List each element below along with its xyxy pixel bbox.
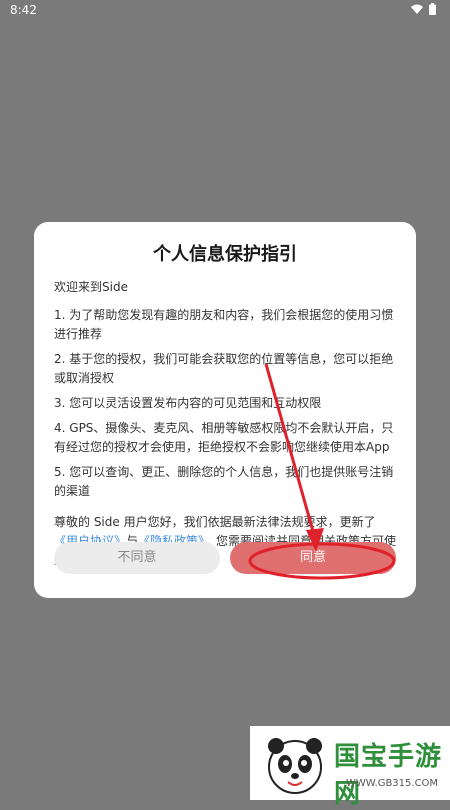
- welcome-text: 欢迎来到Side: [54, 280, 128, 294]
- status-time: 8:42: [10, 3, 37, 17]
- policy-item-1: 1. 为了帮助您发现有趣的朋友和内容，我们会根据您的使用习惯进行推荐: [54, 308, 394, 341]
- dialog-title: 个人信息保护指引: [153, 244, 297, 265]
- policy-item-3: 3. 您可以灵活设置发布内容的可见范围和互动权限: [54, 396, 322, 410]
- status-bar: 8:42: [0, 0, 450, 22]
- policy-item-4: 4. GPS、摄像头、麦克风、相册等敏感权限均不会默认开启，只有经过您的授权才会…: [54, 421, 394, 454]
- panda-logo-icon: [268, 738, 322, 794]
- watermark-brand: 国宝手游网: [334, 742, 443, 809]
- notice-pre: 尊敬的 Side 用户您好，我们依据最新法律法规要求，更新了: [54, 515, 376, 529]
- wifi-icon: [411, 4, 423, 14]
- agree-button[interactable]: 同意: [230, 542, 396, 574]
- dialog-body: 欢迎来到Side 1. 为了帮助您发现有趣的朋友和内容，我们会根据您的使用习惯进…: [54, 278, 398, 570]
- battery-icon: [429, 3, 436, 15]
- disagree-button[interactable]: 不同意: [54, 542, 220, 574]
- status-icons: [411, 3, 436, 15]
- privacy-dialog: 个人信息保护指引 欢迎来到Side 1. 为了帮助您发现有趣的朋友和内容，我们会…: [34, 222, 416, 598]
- watermark: 国宝手游网 WWW.GB315.COM: [250, 726, 450, 809]
- policy-item-2: 2. 基于您的授权，我们可能会获取您的位置等信息，您可以拒绝或取消授权: [54, 352, 394, 385]
- policy-item-5: 5. 您可以查询、更正、删除您的个人信息，我们也提供账号注销的渠道: [54, 465, 394, 498]
- watermark-url: WWW.GB315.COM: [346, 778, 439, 789]
